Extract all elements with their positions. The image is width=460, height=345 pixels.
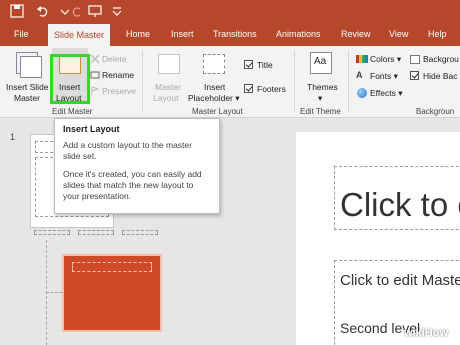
tab-transitions[interactable]: Transitions	[213, 22, 257, 46]
tab-insert[interactable]: Insert	[171, 22, 194, 46]
hide-background-checkbox[interactable]	[410, 71, 419, 80]
theme-preview-text: Aa	[314, 56, 327, 67]
tab-slide-master[interactable]: Slide Master	[48, 24, 111, 46]
placeholder-icon	[203, 54, 225, 74]
insert-placeholder-label-2: Placeholder ▾	[188, 93, 240, 103]
insert-slide-master-button[interactable]: Insert Slide Master	[4, 48, 49, 104]
insert-placeholder-button[interactable]: Insert Placeholder ▾	[188, 48, 240, 104]
tooltip-paragraph-2: Once it's created, you can easily add sl…	[63, 169, 202, 201]
group-label-master-layout: Master Layout	[192, 107, 243, 116]
colors-icon	[356, 55, 368, 63]
background-styles-icon	[410, 55, 420, 64]
tab-file[interactable]: File	[14, 22, 29, 46]
effects-icon	[357, 88, 367, 98]
themes-label: Themes	[307, 82, 338, 92]
save-icon[interactable]	[10, 4, 24, 18]
start-from-beginning-icon[interactable]	[88, 4, 102, 18]
undo-icon[interactable]	[36, 4, 50, 18]
layout-connector-branch	[46, 292, 62, 293]
group-label-edit-master: Edit Master	[52, 107, 93, 116]
insert-placeholder-label-1: Insert	[204, 82, 226, 92]
insert-layout-tooltip: Insert Layout Add a custom layout to the…	[54, 118, 220, 214]
tab-view[interactable]: View	[389, 22, 408, 46]
slide-canvas[interactable]: Click to e Click to edit Master Second l…	[296, 132, 460, 345]
footers-checkbox-label: Footers	[257, 84, 286, 94]
footers-checkbox[interactable]	[244, 84, 253, 93]
master-layout-icon	[158, 54, 180, 74]
tab-home[interactable]: Home	[126, 22, 150, 46]
tab-animations[interactable]: Animations	[276, 22, 321, 46]
slide-body-level1: Click to edit Master	[340, 272, 460, 289]
rename-icon	[90, 71, 100, 79]
group-separator	[294, 50, 295, 112]
themes-dropdown-arrow: ▾	[318, 93, 323, 103]
title-slide-layout-thumbnail[interactable]	[62, 254, 162, 332]
wikihow-watermark: wikiHow	[404, 327, 449, 339]
slide-number: 1	[10, 132, 16, 142]
insert-layout-highlight	[50, 54, 90, 104]
insert-slide-master-label-1: Insert Slide	[6, 82, 49, 92]
background-styles-button[interactable]: Backgrou	[423, 54, 459, 64]
themes-button[interactable]: Aa Themes ▾	[300, 48, 344, 104]
group-separator	[142, 50, 143, 112]
tooltip-title: Insert Layout	[63, 124, 120, 134]
tab-help[interactable]: Help	[428, 22, 447, 46]
delete-icon	[90, 54, 100, 64]
fonts-button[interactable]: Fonts ▾	[370, 71, 398, 81]
master-layout-button[interactable]: Master Layout	[152, 48, 186, 104]
thumbnail-placeholder-strip	[34, 228, 158, 238]
title-checkbox-label: Title	[257, 60, 273, 70]
preserve-button[interactable]: Preserve	[102, 86, 136, 96]
hide-background-label: Hide Bac	[423, 71, 458, 81]
effects-button[interactable]: Effects ▾	[370, 88, 402, 98]
fonts-icon: A	[356, 70, 363, 80]
themes-icon: Aa	[310, 52, 332, 74]
master-layout-label-2: Layout	[153, 93, 179, 103]
customize-toolbar-icon[interactable]	[110, 4, 124, 18]
master-layout-label-1: Master	[155, 82, 181, 92]
delete-button[interactable]: Delete	[102, 54, 127, 64]
group-label-background: Backgroun	[416, 107, 455, 116]
preserve-icon	[91, 86, 100, 95]
tab-review[interactable]: Review	[341, 22, 371, 46]
slide-title-text: Click to e	[340, 186, 460, 223]
group-label-edit-theme: Edit Theme	[300, 107, 341, 116]
tooltip-paragraph-1: Add a custom layout to the master slide …	[63, 140, 192, 161]
colors-button[interactable]: Colors ▾	[370, 54, 401, 64]
title-bar	[0, 0, 460, 22]
title-checkbox[interactable]	[244, 60, 253, 69]
redo-icon[interactable]	[70, 4, 84, 18]
rename-button[interactable]: Rename	[102, 70, 134, 80]
group-separator	[348, 50, 349, 112]
insert-slide-master-label-2: Master	[14, 93, 40, 103]
ribbon-tab-row: File Slide Master Home Insert Transition…	[0, 22, 460, 46]
